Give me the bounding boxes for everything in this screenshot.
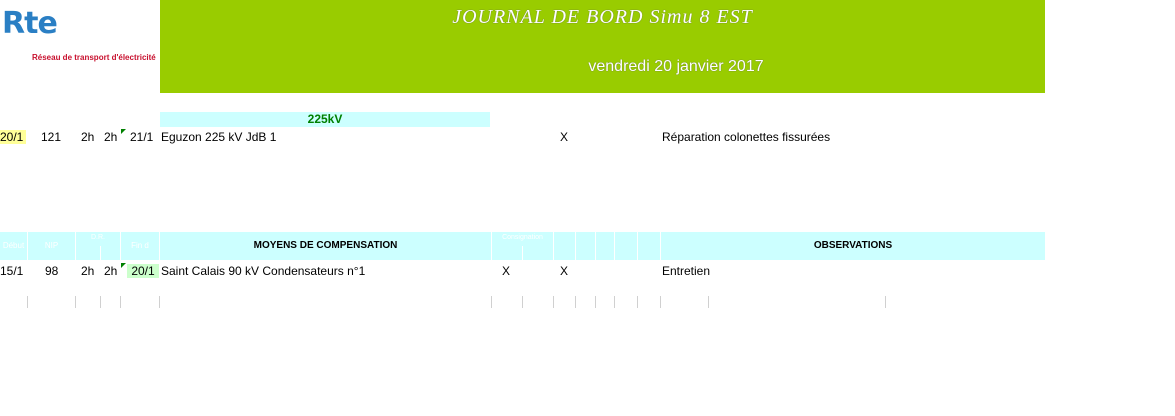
section-225kv: 225kV — [160, 112, 490, 127]
header-observations: OBSERVATIONS — [813, 240, 893, 251]
duration-cell[interactable]: 2h — [81, 130, 94, 144]
nip-cell[interactable]: 98 — [45, 264, 58, 278]
comment-indicator-icon — [121, 129, 126, 134]
ouvrage-cell[interactable]: Saint Calais 90 kV Condensateurs n°1 — [161, 264, 365, 278]
rte-logo: Rte — [2, 6, 58, 41]
header-moyens: MOYENS DE COMPENSATION — [253, 240, 398, 251]
table-header: Début NIP D.R. Fin d MOYENS DE COMPENSAT… — [0, 232, 1045, 260]
date-end-cell[interactable]: 20/1 — [127, 264, 159, 278]
observation-cell[interactable]: Entretien — [662, 264, 710, 278]
header-dr: D.R. — [91, 234, 105, 241]
date-start-cell[interactable]: 15/1 — [0, 264, 23, 278]
nip-cell[interactable]: 121 — [41, 130, 61, 144]
journal-date: vendredi 20 janvier 2017 — [588, 58, 764, 75]
observation-cell[interactable]: Réparation colonettes fissurées — [662, 130, 830, 144]
duration-cell[interactable]: 2h — [104, 264, 117, 278]
header-debut: Début — [2, 241, 25, 250]
mark-cell[interactable]: X — [502, 264, 510, 278]
date-start-cell[interactable]: 20/1 — [0, 130, 26, 144]
header-fin: Fin d — [131, 241, 149, 250]
duration-cell[interactable]: 2h — [104, 130, 117, 144]
ouvrage-cell[interactable]: Eguzon 225 kV JdB 1 — [161, 130, 276, 144]
duration-cell[interactable]: 2h — [81, 264, 94, 278]
journal-title: JOURNAL DE BORD Simu 8 EST — [452, 6, 753, 28]
comment-indicator-icon — [121, 263, 126, 268]
header-nip: NIP — [44, 241, 59, 250]
mark-cell[interactable]: X — [560, 130, 568, 144]
mark-cell[interactable]: X — [560, 264, 568, 278]
date-end-cell[interactable]: 21/1 — [130, 130, 153, 144]
journal-banner: JOURNAL DE BORD Simu 8 EST vendredi 20 j… — [160, 0, 1045, 93]
rte-tagline: Réseau de transport d'électricité — [32, 53, 156, 62]
header-consignation: Consignation — [502, 234, 543, 241]
